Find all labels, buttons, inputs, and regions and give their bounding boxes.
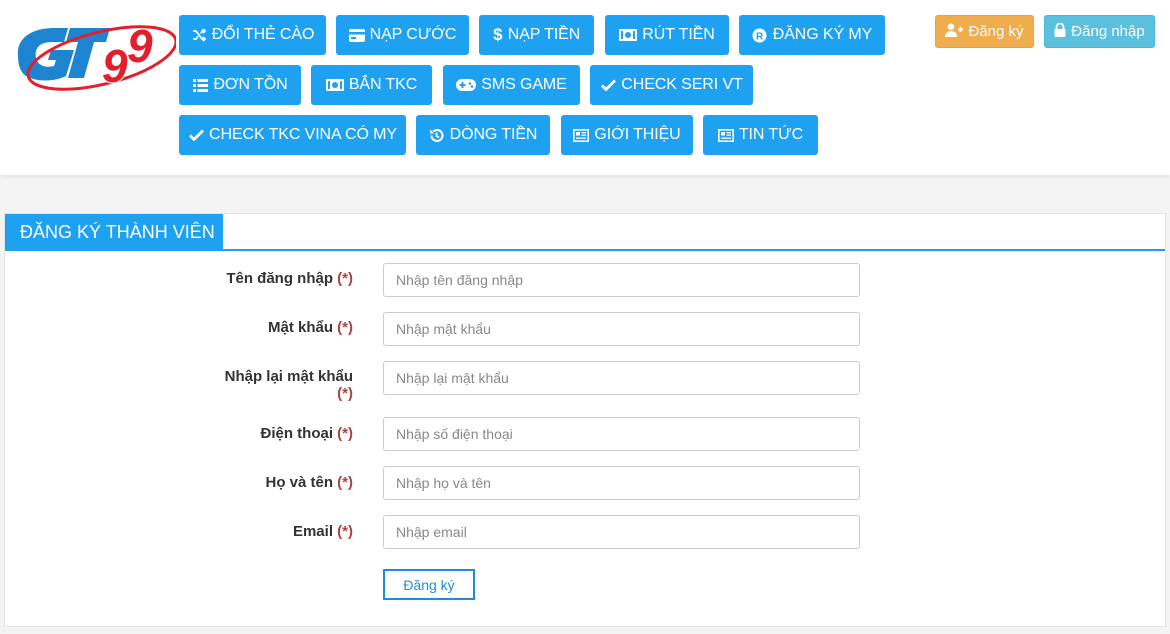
dollar-icon: $ (493, 25, 503, 44)
field-label-text: Nhập lại mật khẩu (224, 368, 353, 385)
required-mark: (*) (337, 474, 353, 491)
lock-icon (1054, 22, 1066, 41)
nav-label: CHECK SERI VT (621, 76, 743, 93)
nav-label: BẮN TKC (348, 76, 418, 93)
list-icon (192, 77, 208, 93)
fullname-input[interactable] (383, 466, 860, 500)
nav-dang-ky-my-button[interactable]: R ĐĂNG KÝ MY (739, 15, 885, 55)
header-register-button[interactable]: Đăng ký (935, 15, 1034, 48)
money-bill-icon (619, 27, 638, 43)
check-icon (188, 127, 204, 143)
shuffle-icon (191, 27, 207, 43)
nav-sms-game-button[interactable]: SMS GAME (443, 65, 580, 105)
required-mark: (*) (337, 270, 353, 287)
nav-label: NẠP CƯỚC (369, 26, 457, 43)
nav-label: DÒNG TIỀN (449, 126, 538, 143)
nav-check-seri-vt-button[interactable]: CHECK SERI VT (590, 65, 753, 105)
confirm-password-input[interactable] (383, 361, 860, 395)
nav-label: ĐĂNG KÝ MY (772, 26, 873, 43)
nav-label: NẠP TIỀN (507, 26, 581, 43)
nav-tin-tuc-button[interactable]: TIN TỨC (703, 115, 818, 155)
nav-label: CHECK TKC VINA CÓ MY (209, 126, 397, 143)
svg-text:9: 9 (102, 40, 128, 92)
nav-label: RÚT TIỀN (642, 26, 715, 43)
panel-title: ĐĂNG KÝ THÀNH VIÊN (5, 214, 223, 250)
username-input[interactable] (383, 263, 860, 297)
nav-label: ĐƠN TỒN (213, 76, 288, 93)
history-icon (429, 127, 445, 143)
required-mark: (*) (337, 319, 353, 336)
nav-dong-tien-button[interactable]: DÒNG TIỀN (416, 115, 550, 155)
gt99-logo[interactable]: 9 9 (6, 6, 176, 96)
nav-nap-cuoc-button[interactable]: NẠP CƯỚC (336, 15, 469, 55)
nav-label: SMS GAME (481, 76, 567, 93)
register-panel: ĐĂNG KÝ THÀNH VIÊN Tên đăng nhập (*) Mật… (4, 213, 1166, 627)
register-label: Đăng ký (968, 23, 1024, 40)
newspaper-icon (573, 127, 590, 143)
field-label-text: Điện thoại (260, 425, 333, 442)
money-bill-icon (325, 77, 344, 93)
phone-input[interactable] (383, 417, 860, 451)
nav-nap-tien-button[interactable]: $ NẠP TIỀN (479, 15, 594, 55)
check-icon (600, 77, 616, 93)
gamepad-icon (456, 77, 477, 93)
field-label-text: Họ và tên (265, 474, 333, 491)
nav-check-tkc-vina-button[interactable]: CHECK TKC VINA CÓ MY (179, 115, 406, 155)
required-mark: (*) (337, 385, 353, 402)
registered-icon: R (752, 27, 768, 43)
field-label-text: Email (292, 523, 333, 540)
required-mark: (*) (337, 425, 353, 442)
field-label-text: Mật khẩu (267, 319, 333, 336)
nav-gioi-thieu-button[interactable]: GIỚI THIỆU (561, 115, 693, 155)
nav-doi-the-cao-button[interactable]: ĐỔI THẺ CÀO (179, 15, 326, 55)
field-label-text: Tên đăng nhập (226, 270, 333, 287)
password-input[interactable] (383, 312, 860, 346)
nav-label: GIỚI THIỆU (594, 126, 681, 143)
nav-ban-tkc-button[interactable]: BẮN TKC (311, 65, 432, 105)
nav-rut-tien-button[interactable]: RÚT TIỀN (605, 15, 729, 55)
nav-label: ĐỔI THẺ CÀO (211, 26, 315, 43)
required-mark: (*) (337, 523, 353, 540)
nav-label: TIN TỨC (738, 126, 804, 143)
nav-don-ton-button[interactable]: ĐƠN TỒN (179, 65, 301, 105)
panel-header: ĐĂNG KÝ THÀNH VIÊN (5, 214, 1165, 251)
newspaper-icon (717, 127, 734, 143)
email-input[interactable] (383, 515, 860, 549)
login-label: Đăng nhập (1071, 23, 1145, 40)
site-header: 9 9 ĐỔI THẺ CÀO NẠP CƯỚC $ NẠP TIỀN RÚT … (0, 0, 1170, 175)
svg-text:9: 9 (127, 20, 153, 72)
svg-text:R: R (756, 31, 764, 42)
header-login-button[interactable]: Đăng nhập (1044, 15, 1155, 48)
user-plus-icon (945, 23, 964, 41)
credit-card-icon (348, 27, 365, 43)
submit-register-button[interactable]: Đăng ký (383, 569, 475, 600)
